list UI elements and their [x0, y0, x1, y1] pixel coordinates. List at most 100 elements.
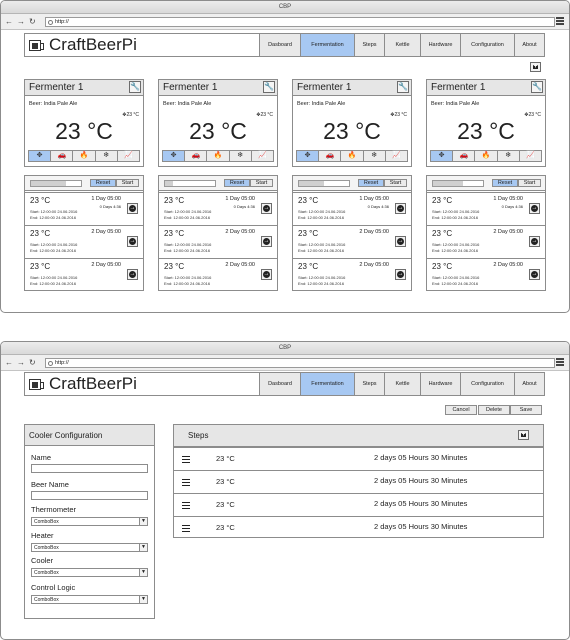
reload-icon[interactable]: ↻ [29, 357, 36, 368]
nav-tab-dasboard[interactable]: Dasboard [259, 373, 300, 395]
step-item: 23 °C 1 Day 05:00 0 Days 4:36 Start: 12:00:… [25, 192, 143, 225]
step-item: 23 °C 2 Day 05:00 Start: 12:00:00 24.06.20… [427, 225, 545, 258]
wrench-icon[interactable]: 🔧 [531, 81, 543, 93]
snowflake-icon[interactable]: ❄ [496, 151, 519, 161]
url-text: http:// [55, 360, 69, 366]
arrow-right-circle-icon[interactable] [261, 203, 272, 214]
reset-button[interactable]: Reset [90, 179, 116, 187]
nav-tab-hardware[interactable]: Hardware [420, 34, 460, 56]
address-bar: ← → ↻ http:// [1, 14, 569, 30]
car-icon[interactable]: 🚗 [184, 151, 207, 161]
save-button[interactable]: Save [510, 405, 542, 415]
arrow-right-circle-icon[interactable] [127, 236, 138, 247]
car-icon[interactable]: 🚗 [50, 151, 73, 161]
forward-arrow-icon[interactable]: → [17, 357, 25, 368]
url-field[interactable]: http:// [45, 17, 555, 27]
forward-arrow-icon[interactable]: → [17, 16, 25, 27]
step-end: End: 12:00:00 24.06.2016 [432, 281, 479, 286]
nav-tab-about[interactable]: About [514, 34, 544, 56]
hamburger-menu-icon[interactable] [556, 358, 564, 366]
step-remaining: 0 Days 4:36 [501, 204, 523, 209]
arrow-right-circle-icon[interactable] [261, 236, 272, 247]
drag-handle-icon[interactable] [182, 456, 190, 463]
arrow-right-circle-icon[interactable] [127, 269, 138, 280]
arrow-right-circle-icon[interactable] [529, 269, 540, 280]
nav-tab-fermentation[interactable]: Fermentation [300, 34, 354, 56]
wrench-icon[interactable]: 🔧 [263, 81, 275, 93]
drag-handle-icon[interactable] [182, 525, 190, 532]
name-input[interactable] [31, 464, 148, 473]
cancel-button[interactable]: Cancel [445, 405, 477, 415]
crosshair-icon[interactable]: ✥ [29, 151, 51, 161]
thermometer-select[interactable]: ComboBox ▼ [31, 517, 148, 526]
crosshair-icon[interactable]: ✥ [163, 151, 185, 161]
arrow-right-circle-icon[interactable] [395, 269, 406, 280]
nav-tab-steps[interactable]: Steps [354, 373, 384, 395]
brand-logo[interactable]: CraftBeerPi [49, 35, 137, 55]
car-icon[interactable]: 🚗 [452, 151, 475, 161]
flame-icon[interactable]: 🔥 [474, 151, 497, 161]
chevron-down-icon[interactable]: ▼ [139, 544, 147, 551]
chevron-down-icon[interactable]: ▼ [139, 596, 147, 603]
start-button[interactable]: Start [518, 179, 541, 187]
nav-tab-fermentation[interactable]: Fermentation [300, 373, 354, 395]
nav-tab-about[interactable]: About [514, 373, 544, 395]
flame-icon[interactable]: 🔥 [206, 151, 229, 161]
arrow-right-circle-icon[interactable] [395, 236, 406, 247]
wrench-icon[interactable]: 🔧 [129, 81, 141, 93]
crosshair-icon[interactable]: ✥ [297, 151, 319, 161]
nav-tab-steps[interactable]: Steps [354, 34, 384, 56]
crosshair-icon[interactable]: ✥ [431, 151, 453, 161]
start-button[interactable]: Start [384, 179, 407, 187]
nav-tab-configuration[interactable]: Configuration [460, 373, 514, 395]
step-controls: Reset Start [427, 176, 545, 191]
control-icons: ✥ 🚗 🔥 ❄ 📈 [162, 150, 274, 162]
window-title: CBP [1, 1, 569, 14]
nav-tab-configuration[interactable]: Configuration [460, 34, 514, 56]
start-button[interactable]: Start [250, 179, 273, 187]
arrow-right-circle-icon[interactable] [395, 203, 406, 214]
snowflake-icon[interactable]: ❄ [94, 151, 117, 161]
chart-icon[interactable]: 📈 [116, 151, 140, 161]
drag-handle-icon[interactable] [182, 479, 190, 486]
arrow-right-circle-icon[interactable] [127, 203, 138, 214]
snowflake-icon[interactable]: ❄ [362, 151, 385, 161]
arrow-right-circle-icon[interactable] [529, 236, 540, 247]
chevron-down-icon[interactable]: ▼ [139, 518, 147, 525]
start-button[interactable]: Start [116, 179, 139, 187]
control-logic-select[interactable]: ComboBox ▼ [31, 595, 148, 604]
flame-icon[interactable]: 🔥 [72, 151, 95, 161]
chevron-down-icon[interactable]: ▼ [139, 569, 147, 576]
arrow-right-circle-icon[interactable] [261, 269, 272, 280]
add-fermenter-button[interactable] [530, 62, 541, 72]
reset-button[interactable]: Reset [224, 179, 250, 187]
chart-icon[interactable]: 📈 [250, 151, 274, 161]
delete-button[interactable]: Delete [478, 405, 510, 415]
brand-logo[interactable]: CraftBeerPi [49, 374, 137, 394]
drag-handle-icon[interactable] [182, 502, 190, 509]
reload-icon[interactable]: ↻ [29, 16, 36, 27]
hamburger-menu-icon[interactable] [556, 17, 564, 25]
back-arrow-icon[interactable]: ← [5, 16, 13, 27]
steps-panel: Steps23 °C2 days 05 Hours 30 Minutes23 °… [173, 424, 544, 538]
add-step-button[interactable] [518, 430, 529, 440]
step-row: 23 °C 2 days 05 Hours 30 Minutes [174, 470, 543, 493]
nav-tab-hardware[interactable]: Hardware [420, 373, 460, 395]
wrench-icon[interactable]: 🔧 [397, 81, 409, 93]
chart-icon[interactable]: 📈 [384, 151, 408, 161]
nav-tab-kettle[interactable]: Kettle [384, 34, 420, 56]
arrow-right-circle-icon[interactable] [529, 203, 540, 214]
nav-tab-kettle[interactable]: Kettle [384, 373, 420, 395]
heater-select[interactable]: ComboBox ▼ [31, 543, 148, 552]
car-icon[interactable]: 🚗 [318, 151, 341, 161]
beer-name-input[interactable] [31, 491, 148, 500]
url-field[interactable]: http:// [45, 358, 555, 368]
reset-button[interactable]: Reset [492, 179, 518, 187]
flame-icon[interactable]: 🔥 [340, 151, 363, 161]
cooler-select[interactable]: ComboBox ▼ [31, 568, 148, 577]
reset-button[interactable]: Reset [358, 179, 384, 187]
snowflake-icon[interactable]: ❄ [228, 151, 251, 161]
chart-icon[interactable]: 📈 [518, 151, 542, 161]
back-arrow-icon[interactable]: ← [5, 357, 13, 368]
nav-tab-dasboard[interactable]: Dasboard [259, 34, 300, 56]
